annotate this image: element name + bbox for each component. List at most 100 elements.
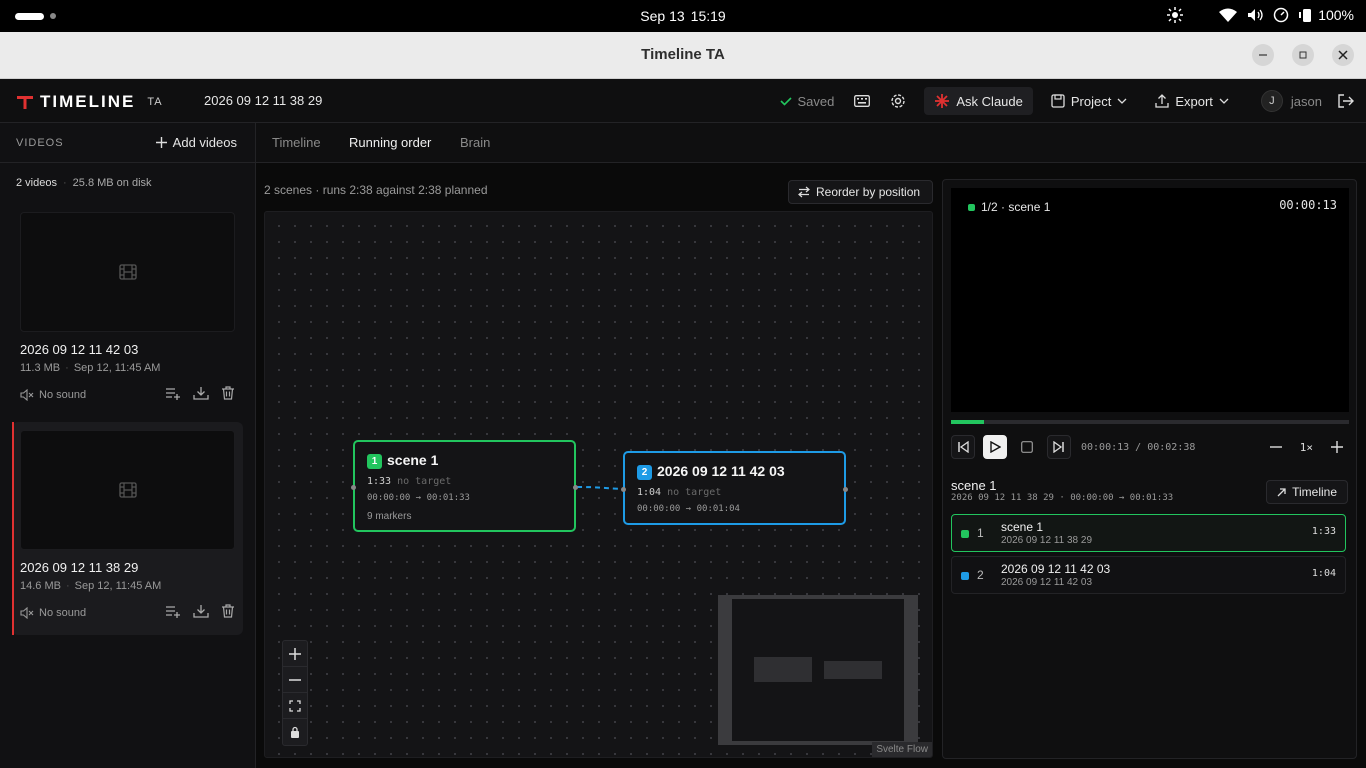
scene-list-item[interactable]: 2 2026 09 12 11 42 03 2026 09 12 11 42 0… xyxy=(951,556,1346,594)
video-thumbnail[interactable] xyxy=(20,430,235,550)
scene-color-dot xyxy=(968,203,975,211)
skip-forward-icon xyxy=(1053,441,1064,453)
brightness-icon xyxy=(1167,7,1184,23)
player-scene-label: 1/2 · scene 1 xyxy=(968,200,1050,214)
scene-name: 2026 09 12 11 42 03 xyxy=(1001,562,1111,576)
saved-label: Saved xyxy=(797,93,835,109)
user-menu[interactable]: J jason xyxy=(1255,87,1328,115)
clock[interactable]: Sep 13 15:19 xyxy=(0,8,1366,24)
play-button[interactable] xyxy=(983,435,1007,459)
settings-button[interactable] xyxy=(884,87,912,115)
scene-duration: 1:04 xyxy=(1311,568,1336,579)
scene-index: 1 xyxy=(977,526,984,540)
flow-canvas[interactable]: 1 scene 1 1:33 no target 00:00:00 → 00:01:… xyxy=(264,211,933,758)
scene-duration: 1:04 no target xyxy=(637,487,721,498)
flow-attribution[interactable]: Svelte Flow xyxy=(872,742,932,757)
preview-panel: 1/2 · scene 1 00:00:13 00:00:13 / 00:02:… xyxy=(942,179,1357,759)
markers-count: 9 markers xyxy=(367,511,412,522)
project-name[interactable]: 2026 09 12 11 38 29 xyxy=(204,93,322,108)
previous-button[interactable] xyxy=(951,435,975,459)
sparkle-icon xyxy=(935,94,950,108)
add-to-running-order-icon[interactable] xyxy=(165,604,181,618)
scene-number-badge: 1 xyxy=(367,453,382,469)
tab-running-order[interactable]: Running order xyxy=(349,135,431,150)
source-handle[interactable] xyxy=(573,485,578,490)
stop-button[interactable] xyxy=(1015,435,1039,459)
video-meta: 14.6 MB · Sep 12, 11:45 AM xyxy=(20,580,162,592)
app-header: TIMELINE TA 2026 09 12 11 38 29 Saved As… xyxy=(0,79,1366,123)
save-status: Saved xyxy=(774,87,841,115)
keyboard-shortcuts-button[interactable] xyxy=(848,87,876,115)
play-icon xyxy=(990,441,1001,453)
duration-value: 1:33 xyxy=(367,476,392,487)
add-videos-button[interactable]: Add videos xyxy=(155,135,237,150)
system-tray[interactable]: 100% xyxy=(1167,7,1354,23)
reorder-by-position-button[interactable]: Reorder by position xyxy=(788,180,933,204)
download-icon[interactable] xyxy=(193,604,209,618)
video-card[interactable]: 2026 09 12 11 42 03 11.3 MB · Sep 12, 11:4… xyxy=(12,204,243,417)
sidebar-title: VIDEOS xyxy=(16,137,64,149)
library-stats: 2 videos · 25.8 MB on disk xyxy=(16,177,152,189)
video-meta: 11.3 MB · Sep 12, 11:45 AM xyxy=(20,362,161,374)
app-logo[interactable]: TIMELINE TA xyxy=(16,92,163,112)
scene-duration: 1:33 no target xyxy=(367,476,451,487)
zoom-in-button[interactable] xyxy=(283,641,307,667)
close-window-button[interactable] xyxy=(1332,44,1354,66)
scene-source: 2026 09 12 11 42 03 xyxy=(1001,577,1093,588)
volume-icon xyxy=(1248,9,1263,21)
trash-icon[interactable] xyxy=(221,604,235,618)
time-readout: 00:00:13 / 00:02:38 xyxy=(1081,441,1196,453)
source-handle[interactable] xyxy=(843,487,848,492)
scene-range: 00:00:00 → 00:01:33 xyxy=(367,493,470,503)
trash-icon[interactable] xyxy=(221,386,235,400)
chevron-down-icon xyxy=(1117,98,1127,104)
tab-timeline[interactable]: Timeline xyxy=(272,135,321,150)
video-size: 11.3 MB xyxy=(20,362,61,374)
video-player[interactable]: 1/2 · scene 1 00:00:13 xyxy=(951,188,1349,412)
video-date: Sep 12, 11:45 AM xyxy=(74,580,162,592)
scene-node-title: 1 scene 1 xyxy=(367,452,438,469)
next-button[interactable] xyxy=(1047,435,1071,459)
logout-button[interactable] xyxy=(1336,87,1356,115)
playback-progress[interactable] xyxy=(951,420,1349,424)
speed-value: 1× xyxy=(1299,440,1313,454)
upload-icon xyxy=(1155,94,1169,108)
speed-up-icon[interactable] xyxy=(1331,441,1343,453)
save-disk-icon xyxy=(1051,94,1065,108)
download-icon[interactable] xyxy=(193,386,209,400)
ask-claude-button[interactable]: Ask Claude xyxy=(924,87,1033,115)
maximize-button[interactable] xyxy=(1292,44,1314,66)
add-to-running-order-icon[interactable] xyxy=(165,386,181,400)
scene-node[interactable]: 1 scene 1 1:33 no target 00:00:00 → 00:01:… xyxy=(351,440,578,532)
minimap-node xyxy=(824,661,882,679)
scene-number-badge: 2 xyxy=(637,464,652,480)
lock-icon xyxy=(291,726,299,738)
target-handle[interactable] xyxy=(351,485,356,490)
target-handle[interactable] xyxy=(621,487,626,492)
battery-percent: 100% xyxy=(1318,7,1354,23)
target-label: no target xyxy=(397,476,452,487)
minimize-icon xyxy=(1259,54,1267,56)
minimap[interactable] xyxy=(718,595,918,745)
zoom-out-button[interactable] xyxy=(283,667,307,693)
video-thumbnail[interactable] xyxy=(20,212,235,332)
export-menu-button[interactable]: Export xyxy=(1149,87,1235,115)
video-card-active[interactable]: 2026 09 12 11 38 29 14.6 MB · Sep 12, 11:4… xyxy=(12,422,243,635)
minimize-button[interactable] xyxy=(1252,44,1274,66)
plus-icon xyxy=(155,137,167,148)
scene-node[interactable]: 2 2026 09 12 11 42 03 1:04 no target 00:00… xyxy=(621,451,848,525)
scene-range: 00:00:00 → 00:01:04 xyxy=(637,504,740,514)
project-menu-button[interactable]: Project xyxy=(1045,87,1133,115)
scene-duration: 1:33 xyxy=(1311,526,1336,537)
running-order-summary: 2 scenes · runs 2:38 against 2:38 planne… xyxy=(264,183,488,197)
avatar: J xyxy=(1260,90,1283,112)
tab-brain[interactable]: Brain xyxy=(460,135,490,150)
lock-button[interactable] xyxy=(283,719,307,745)
open-timeline-button[interactable]: Timeline xyxy=(1266,480,1348,504)
scene-list-item[interactable]: 1 scene 1 2026 09 12 11 38 29 1:33 xyxy=(951,514,1346,552)
speed-down-icon[interactable] xyxy=(1269,441,1282,453)
scene-color-dot xyxy=(961,572,969,580)
fit-view-button[interactable] xyxy=(283,693,307,719)
window-titlebar: Timeline TA xyxy=(0,32,1366,79)
chevron-down-icon xyxy=(1219,98,1229,104)
